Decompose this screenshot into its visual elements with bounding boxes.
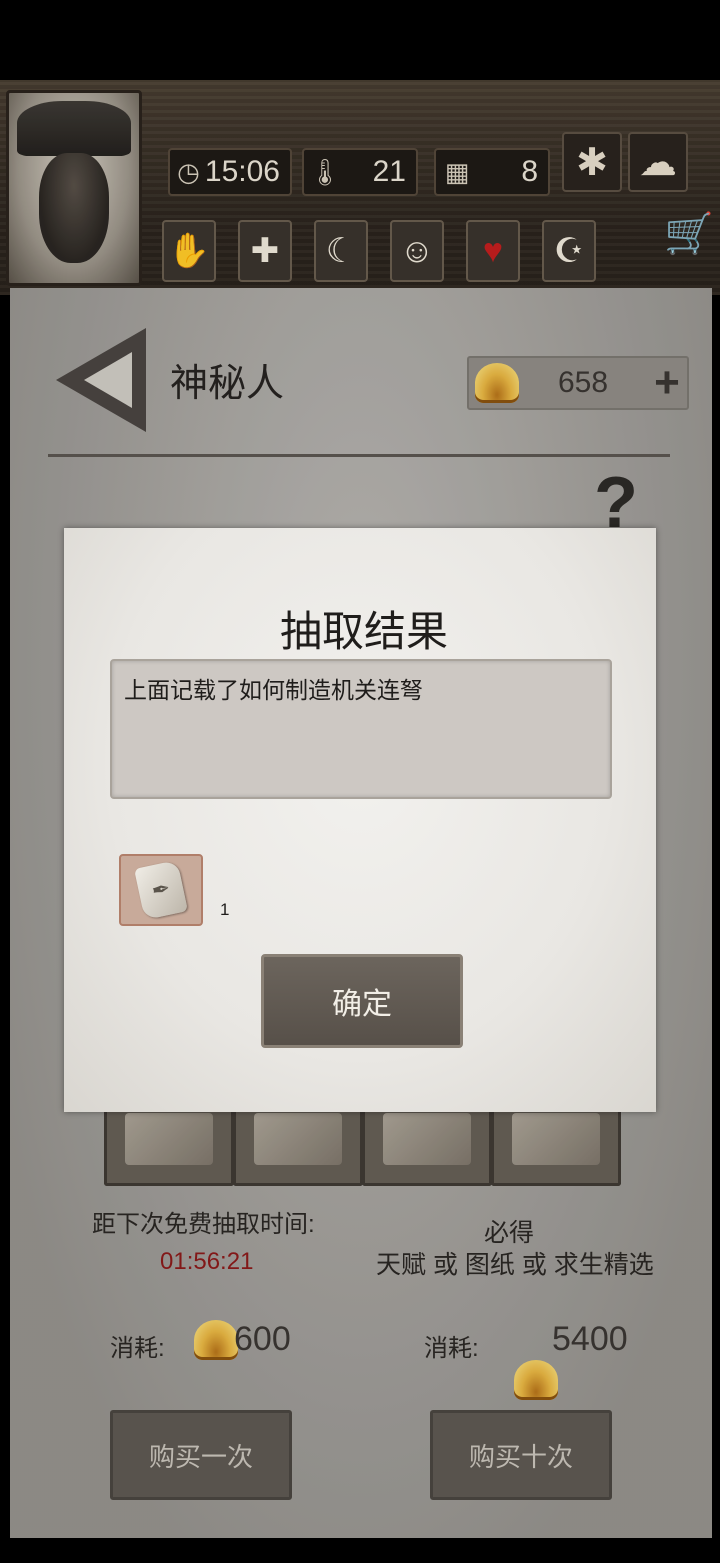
scroll-blueprint-icon: ✒ <box>134 859 188 921</box>
dialog-title: 抽取结果 <box>280 608 449 655</box>
result-text: 上面记载了如何制造机关连弩 <box>124 677 423 703</box>
reward-count: 1 <box>220 900 230 919</box>
reward-item-slot[interactable]: ✒ <box>119 854 203 926</box>
confirm-button[interactable]: 确定 <box>261 954 463 1048</box>
